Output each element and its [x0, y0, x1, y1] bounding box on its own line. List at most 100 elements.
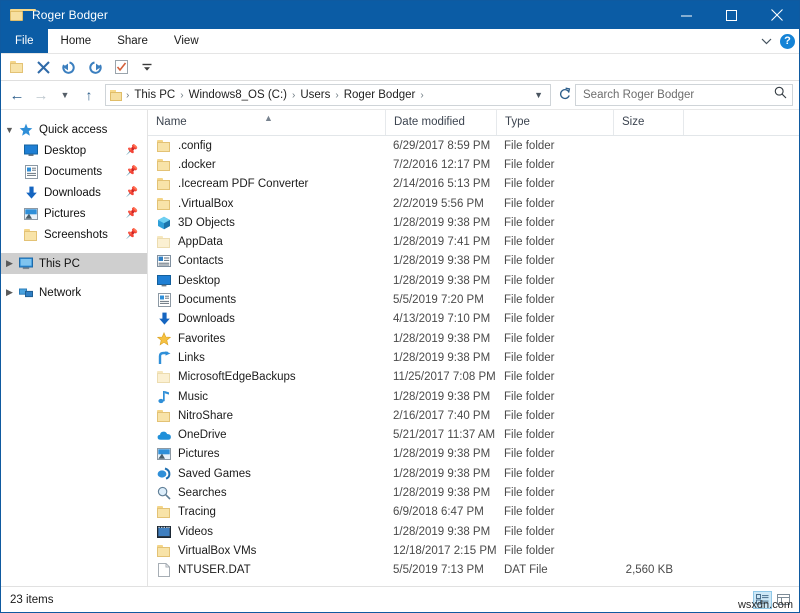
star-icon — [156, 331, 172, 347]
cell-name[interactable]: Desktop — [148, 273, 385, 289]
cell-name[interactable]: Pictures — [148, 446, 385, 462]
cell-name[interactable]: 3D Objects — [148, 215, 385, 231]
table-row[interactable]: NitroShare2/16/2017 7:40 PMFile folder — [148, 406, 799, 425]
delete-icon[interactable] — [35, 59, 51, 75]
cell-name[interactable]: .docker — [148, 157, 385, 173]
breadcrumb[interactable]: › This PC › Windows8_OS (C:) › Users › R… — [105, 84, 551, 106]
column-header-date-modified[interactable]: Date modified — [385, 110, 496, 135]
cell-name[interactable]: Music — [148, 389, 385, 405]
forward-arrow-icon[interactable]: → — [29, 83, 53, 107]
cell-name[interactable]: NTUSER.DAT — [148, 562, 385, 578]
chevron-down-icon[interactable]: ▼ — [1, 125, 18, 135]
customize-dropdown-icon[interactable] — [139, 59, 155, 75]
table-row[interactable]: Desktop1/28/2019 9:38 PMFile folder — [148, 271, 799, 290]
table-row[interactable]: 3D Objects1/28/2019 9:38 PMFile folder — [148, 213, 799, 232]
sidebar-item-network[interactable]: ▶ Network — [1, 282, 147, 303]
table-row[interactable]: Saved Games1/28/2019 9:38 PMFile folder — [148, 464, 799, 483]
column-header-type[interactable]: Type — [496, 110, 613, 135]
chevron-down-icon[interactable] — [761, 32, 772, 50]
column-header-size[interactable]: Size — [613, 110, 683, 135]
cell-name[interactable]: Downloads — [148, 311, 385, 327]
properties-icon[interactable] — [113, 59, 129, 75]
table-row[interactable]: Links1/28/2019 9:38 PMFile folder — [148, 348, 799, 367]
cell-name[interactable]: MicrosoftEdgeBackups — [148, 369, 385, 385]
folder-icon — [156, 157, 172, 173]
cell-name[interactable]: Documents — [148, 292, 385, 308]
recent-locations-icon[interactable]: ▼ — [53, 83, 77, 107]
table-row[interactable]: VirtualBox VMs12/18/2017 2:15 PMFile fol… — [148, 541, 799, 560]
sidebar-item-desktop[interactable]: Desktop 📌 — [1, 140, 147, 161]
undo-icon[interactable] — [87, 59, 103, 75]
pin-icon[interactable]: 📌 — [126, 208, 138, 219]
cell-name[interactable]: Videos — [148, 524, 385, 540]
cell-name[interactable]: OneDrive — [148, 427, 385, 443]
cell-type: File folder — [496, 140, 613, 152]
back-arrow-icon[interactable]: ← — [5, 83, 29, 107]
cell-name[interactable]: VirtualBox VMs — [148, 543, 385, 559]
pin-icon[interactable]: 📌 — [126, 187, 138, 198]
search-icon[interactable] — [774, 86, 787, 104]
chevron-right-icon[interactable]: ▶ — [1, 258, 18, 269]
table-row[interactable]: Contacts1/28/2019 9:38 PMFile folder — [148, 252, 799, 271]
table-row[interactable]: Music1/28/2019 9:38 PMFile folder — [148, 387, 799, 406]
cell-name[interactable]: Contacts — [148, 253, 385, 269]
new-folder-icon[interactable] — [9, 59, 25, 75]
cell-name[interactable]: .VirtualBox — [148, 196, 385, 212]
search-input[interactable]: Search Roger Bodger — [583, 89, 694, 101]
cell-name[interactable]: Favorites — [148, 331, 385, 347]
details-view-icon[interactable] — [753, 591, 772, 609]
pin-icon[interactable]: 📌 — [126, 145, 138, 156]
table-row[interactable]: .VirtualBox2/2/2019 5:56 PMFile folder — [148, 194, 799, 213]
maximize-icon[interactable] — [709, 1, 754, 29]
breadcrumb-item-users[interactable]: Users — [296, 89, 334, 101]
table-row[interactable]: Documents5/5/2019 7:20 PMFile folder — [148, 290, 799, 309]
sidebar-item-documents[interactable]: Documents 📌 — [1, 161, 147, 182]
table-row[interactable]: Searches1/28/2019 9:38 PMFile folder — [148, 483, 799, 502]
tab-file[interactable]: File — [1, 29, 48, 53]
sidebar-item-downloads[interactable]: Downloads 📌 — [1, 182, 147, 203]
table-row[interactable]: .Icecream PDF Converter2/14/2016 5:13 PM… — [148, 175, 799, 194]
cell-name[interactable]: Saved Games — [148, 466, 385, 482]
table-row[interactable]: Pictures1/28/2019 9:38 PMFile folder — [148, 445, 799, 464]
table-row[interactable]: Tracing6/9/2018 6:47 PMFile folder — [148, 503, 799, 522]
table-row[interactable]: MicrosoftEdgeBackups11/25/2017 7:08 PMFi… — [148, 368, 799, 387]
table-row[interactable]: NTUSER.DAT5/5/2019 7:13 PMDAT File2,560 … — [148, 561, 799, 580]
breadcrumb-item-roger-bodger[interactable]: Roger Bodger — [340, 89, 420, 101]
pin-icon[interactable]: 📌 — [126, 166, 138, 177]
minimize-icon[interactable] — [664, 1, 709, 29]
sidebar-item-quick-access[interactable]: ▼ Quick access — [1, 119, 147, 140]
file-name-label: .config — [178, 140, 212, 152]
cell-name[interactable]: AppData — [148, 234, 385, 250]
pin-icon[interactable]: 📌 — [126, 229, 138, 240]
breadcrumb-item-this-pc[interactable]: This PC — [130, 89, 179, 101]
search-box[interactable]: Search Roger Bodger — [575, 84, 793, 106]
redo-icon[interactable] — [61, 59, 77, 75]
chevron-down-icon[interactable]: ▼ — [529, 90, 548, 100]
tab-view[interactable]: View — [161, 29, 212, 53]
breadcrumb-item-windows8-os[interactable]: Windows8_OS (C:) — [185, 89, 291, 101]
cell-name[interactable]: Tracing — [148, 504, 385, 520]
table-row[interactable]: OneDrive5/21/2017 11:37 AMFile folder — [148, 425, 799, 444]
table-row[interactable]: .docker7/2/2016 12:17 PMFile folder — [148, 155, 799, 174]
table-row[interactable]: AppData1/28/2019 7:41 PMFile folder — [148, 232, 799, 251]
cell-name[interactable]: NitroShare — [148, 408, 385, 424]
table-row[interactable]: Favorites1/28/2019 9:38 PMFile folder — [148, 329, 799, 348]
table-row[interactable]: Videos1/28/2019 9:38 PMFile folder — [148, 522, 799, 541]
tab-share[interactable]: Share — [104, 29, 161, 53]
close-icon[interactable] — [754, 1, 799, 29]
tab-home[interactable]: Home — [48, 29, 105, 53]
sidebar-item-pictures[interactable]: Pictures 📌 — [1, 203, 147, 224]
table-row[interactable]: Downloads4/13/2019 7:10 PMFile folder — [148, 310, 799, 329]
cell-name[interactable]: .config — [148, 138, 385, 154]
up-arrow-icon[interactable]: ↑ — [77, 83, 101, 107]
refresh-icon[interactable] — [555, 87, 575, 103]
cell-name[interactable]: .Icecream PDF Converter — [148, 176, 385, 192]
help-icon[interactable]: ? — [780, 34, 795, 49]
cell-name[interactable]: Searches — [148, 485, 385, 501]
table-row[interactable]: .config6/29/2017 8:59 PMFile folder — [148, 136, 799, 155]
cell-name[interactable]: Links — [148, 350, 385, 366]
sidebar-item-screenshots[interactable]: Screenshots 📌 — [1, 224, 147, 245]
sidebar-item-this-pc[interactable]: ▶ This PC — [1, 253, 147, 274]
chevron-right-icon[interactable]: ▶ — [1, 287, 18, 298]
large-icons-view-icon[interactable] — [774, 591, 793, 609]
